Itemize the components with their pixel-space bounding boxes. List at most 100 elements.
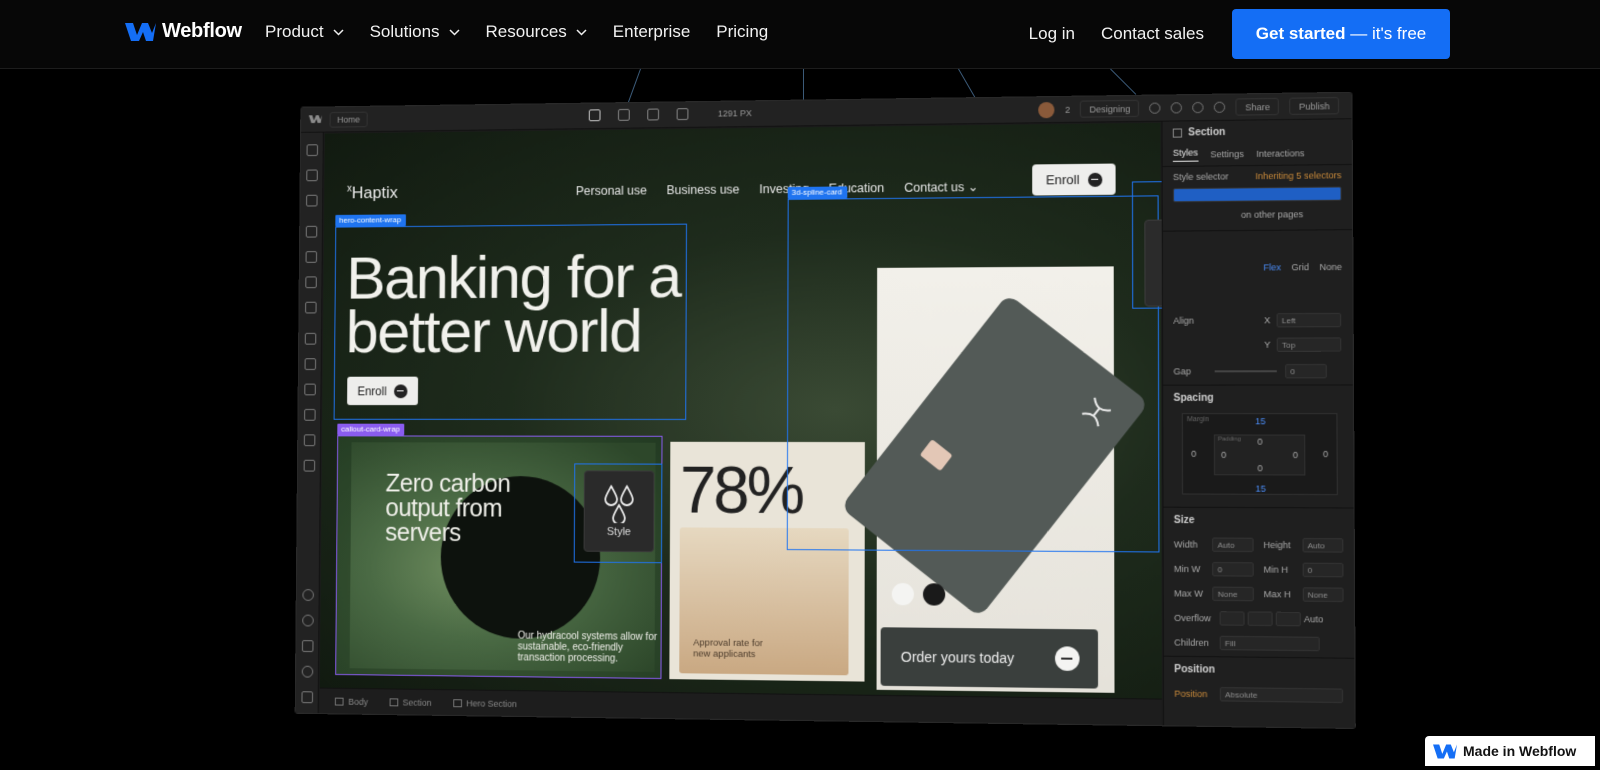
audit-icon[interactable] — [302, 640, 314, 652]
publish-button[interactable]: Publish — [1290, 97, 1339, 115]
style-card[interactable]: Style — [584, 470, 655, 552]
padding-left-value[interactable]: 0 — [1221, 450, 1226, 460]
code-icon[interactable] — [1171, 102, 1182, 113]
callout-heading-line2: output from — [385, 496, 510, 521]
color-swatch-black[interactable] — [923, 583, 945, 605]
color-swatch-white[interactable] — [892, 583, 914, 605]
navigator-icon[interactable] — [306, 195, 317, 207]
webflow-logo-icon — [309, 114, 322, 124]
video-icon[interactable] — [301, 691, 313, 703]
breadcrumb-body[interactable]: Body — [335, 696, 368, 706]
mobile-breakpoint-icon[interactable] — [677, 108, 689, 120]
padding-editor[interactable]: Padding 0 0 0 0 — [1214, 434, 1306, 475]
position-select[interactable]: Absolute — [1220, 687, 1343, 703]
inheriting-text: Inheriting 5 selectors — [1255, 170, 1341, 181]
tab-settings[interactable]: Settings — [1210, 149, 1244, 160]
site-nav-personal[interactable]: Personal use — [576, 183, 647, 198]
position-header[interactable]: Position — [1174, 664, 1344, 677]
contact-sales-link[interactable]: Contact sales — [1101, 24, 1204, 44]
breadcrumb-section[interactable]: Section — [389, 697, 432, 707]
share-button[interactable]: Share — [1236, 98, 1279, 116]
components-icon[interactable] — [306, 226, 317, 238]
overflow-visible-option[interactable] — [1220, 611, 1245, 626]
ecommerce-icon[interactable] — [304, 409, 316, 421]
width-input[interactable]: Auto — [1212, 537, 1253, 552]
haptix-logo[interactable]: xHaptix — [347, 183, 398, 203]
login-link[interactable]: Log in — [1029, 24, 1075, 44]
comment-icon[interactable] — [1193, 102, 1204, 113]
display-none-option[interactable]: None — [1319, 262, 1341, 272]
activity-icon[interactable] — [304, 460, 316, 472]
add-icon[interactable] — [307, 144, 318, 156]
assets-icon[interactable] — [305, 302, 316, 314]
made-in-webflow-badge[interactable]: Made in Webflow — [1425, 736, 1595, 766]
breadcrumb-hero-section[interactable]: Hero Section — [453, 698, 517, 709]
avatar[interactable] — [1039, 102, 1055, 118]
max-height-input[interactable]: None — [1302, 587, 1343, 602]
align-y-select[interactable]: Top — [1277, 337, 1342, 351]
apps-icon[interactable] — [305, 358, 317, 370]
nav-resources[interactable]: Resources — [486, 22, 587, 42]
overflow-scroll-option[interactable] — [1276, 612, 1301, 627]
align-x-select[interactable]: Left — [1277, 313, 1342, 328]
display-flex-option[interactable]: Flex — [1263, 262, 1281, 272]
get-started-button[interactable]: Get started — it's free — [1232, 9, 1450, 59]
site-nav-contact[interactable]: Contact us ⌄ — [904, 179, 978, 195]
preview-icon[interactable] — [1214, 102, 1225, 113]
margin-left-value[interactable]: 0 — [1191, 449, 1196, 459]
pages-icon[interactable] — [306, 170, 317, 182]
tab-interactions[interactable]: Interactions — [1256, 148, 1304, 159]
search-icon[interactable] — [302, 666, 314, 678]
padding-bottom-value[interactable]: 0 — [1257, 463, 1262, 473]
tablet-breakpoint-icon[interactable] — [618, 109, 630, 121]
help-icon[interactable] — [302, 615, 314, 627]
overflow-auto-option[interactable]: Auto — [1304, 614, 1323, 624]
cms-icon[interactable] — [305, 333, 317, 345]
padding-top-value[interactable]: 0 — [1257, 437, 1262, 447]
order-button[interactable]: Order yours today — [881, 627, 1098, 688]
hero-enroll-button[interactable]: Enroll — [347, 377, 418, 405]
selection-label-callout: callout-card-wrap — [337, 424, 404, 436]
styles-icon[interactable] — [305, 276, 316, 288]
min-height-input[interactable]: 0 — [1302, 563, 1343, 578]
margin-top-value[interactable]: 15 — [1255, 416, 1265, 426]
children-select[interactable]: Fill — [1220, 636, 1320, 651]
overflow-hidden-option[interactable] — [1248, 611, 1273, 626]
variables-icon[interactable] — [306, 251, 317, 263]
landscape-breakpoint-icon[interactable] — [647, 109, 659, 121]
design-canvas[interactable]: xHaptix Personal use Business use Invest… — [320, 123, 1162, 699]
class-selector-input[interactable] — [1173, 186, 1342, 202]
logic-icon[interactable] — [304, 434, 316, 446]
margin-bottom-value[interactable]: 15 — [1255, 484, 1265, 494]
nav-pricing[interactable]: Pricing — [716, 22, 768, 42]
breadcrumb-hero-label: Hero Section — [466, 698, 517, 709]
spacing-editor[interactable]: Margin 15 15 0 0 Padding 0 0 0 0 — [1182, 413, 1338, 495]
max-width-input[interactable]: None — [1212, 587, 1253, 602]
site-nav-business[interactable]: Business use — [666, 182, 739, 197]
size-header[interactable]: Size — [1174, 515, 1343, 527]
hero-heading: Banking for a better world — [346, 249, 681, 359]
style-selector-label: Style selector — [1173, 171, 1229, 182]
display-grid-option[interactable]: Grid — [1291, 262, 1309, 272]
check-icon[interactable] — [1150, 103, 1161, 114]
webflow-logo[interactable]: Webflow — [125, 20, 242, 43]
desktop-breakpoint-icon[interactable] — [589, 109, 601, 121]
nav-solutions[interactable]: Solutions — [370, 22, 460, 42]
main-menu: Product Solutions Resources Enterprise P… — [265, 22, 768, 42]
webflow-logo-icon — [1433, 743, 1457, 760]
margin-right-value[interactable]: 0 — [1323, 449, 1328, 459]
spacing-header[interactable]: Spacing — [1173, 393, 1342, 404]
gap-slider[interactable] — [1215, 370, 1277, 372]
page-selector[interactable]: Home — [330, 112, 368, 128]
users-icon[interactable] — [304, 384, 316, 396]
mode-dropdown[interactable]: Designing — [1080, 100, 1139, 118]
gap-input[interactable]: 0 — [1285, 364, 1327, 378]
tab-styles[interactable]: Styles — [1173, 147, 1198, 161]
padding-right-value[interactable]: 0 — [1293, 450, 1298, 460]
settings-icon[interactable] — [302, 589, 314, 601]
nav-enterprise[interactable]: Enterprise — [613, 22, 690, 42]
min-width-input[interactable]: 0 — [1212, 562, 1253, 577]
nav-product[interactable]: Product — [265, 22, 344, 42]
site-enroll-button[interactable]: Enroll — [1032, 164, 1115, 196]
height-input[interactable]: Auto — [1302, 538, 1343, 553]
